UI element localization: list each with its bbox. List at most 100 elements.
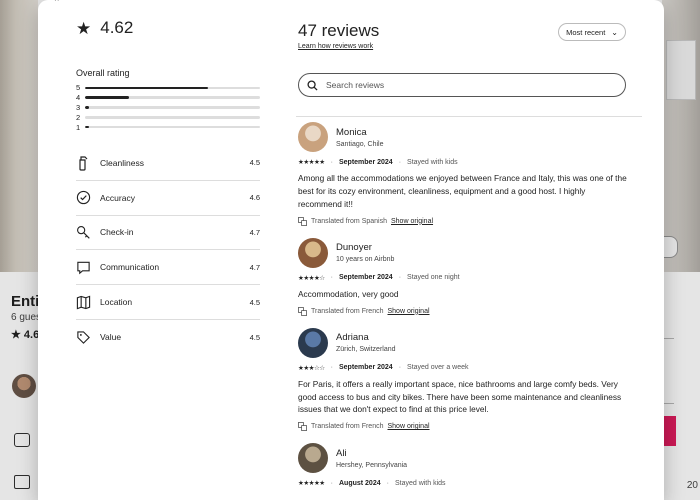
- category-score: 4.6: [249, 193, 260, 203]
- translate-icon: [298, 422, 307, 432]
- separator-dot: ·: [398, 158, 402, 166]
- translated-from-label: Translated from Spanish: [311, 217, 387, 225]
- sort-dropdown[interactable]: Most recent ⌄: [558, 23, 626, 41]
- stay-type: Stayed with kids: [394, 479, 446, 487]
- translate-icon: [298, 216, 307, 226]
- review-stars: ★★★★★: [298, 480, 325, 488]
- star-level-label: 1: [76, 122, 81, 132]
- reviewer-name: Adriana: [336, 332, 369, 344]
- reviews-modal: ⌃ ★ 4.62 Overall rating 54321 Cleanlines…: [38, 0, 664, 500]
- rating-distribution-row: 3: [76, 103, 260, 113]
- category-label: Check-in: [100, 227, 134, 238]
- reviewer-name: Monica: [336, 126, 367, 138]
- overall-score-value: 4.62: [100, 18, 134, 37]
- category-rating-row: Accuracy 4.6: [76, 181, 260, 216]
- reviewer-name: Ali: [336, 447, 347, 459]
- overall-rating-label: Overall rating: [76, 68, 130, 78]
- translation-note: Translated from French Show original: [298, 306, 628, 316]
- search-icon: [307, 79, 318, 91]
- review-stars: ★★★☆☆: [298, 364, 325, 372]
- stay-type: Stayed over a week: [407, 364, 469, 372]
- review-meta: ★★★★★ · August 2024 · Stayed with kids: [298, 479, 628, 488]
- review-item: Dunoyer 10 years on Airbnb ★★★★☆ · September…: [298, 237, 628, 316]
- review-meta: ★★★★★ · September 2024 · Stayed with kids: [298, 158, 628, 167]
- category-rating-row: Location 4.5: [76, 285, 260, 320]
- translation-note: Translated from French Show original: [298, 422, 628, 432]
- separator-dot: ·: [386, 479, 389, 487]
- reviewer-info: Dunoyer 10 years on Airbnb: [336, 242, 394, 263]
- translated-from-label: Translated from French: [311, 423, 384, 431]
- review-date: September 2024: [338, 364, 393, 372]
- category-rating-row: Check-in 4.7: [76, 216, 260, 251]
- reviewer-subtitle: Zürich, Switzerland: [336, 346, 396, 354]
- spray-bottle-icon: [76, 153, 100, 173]
- category-label: Accuracy: [100, 192, 135, 203]
- learn-how-reviews-work-link[interactable]: Learn how reviews work: [298, 43, 373, 50]
- rating-bar-track: [85, 96, 260, 99]
- rating-distribution: 54321: [76, 83, 260, 132]
- reviewer-avatar[interactable]: [298, 327, 328, 358]
- review-header: Ali Hershey, Pennsylvania: [298, 443, 628, 474]
- review-text: Accommodation, very good: [298, 288, 399, 299]
- category-label: Location: [100, 297, 133, 308]
- separator-dot: ·: [330, 158, 333, 166]
- category-label: Cleanliness: [100, 157, 144, 168]
- translation-note: Translated from Spanish Show original: [298, 216, 628, 226]
- rating-bar-fill: [85, 106, 89, 109]
- star-level-label: 2: [76, 112, 81, 122]
- separator-dot: ·: [398, 364, 402, 372]
- category-score: 4.5: [249, 332, 260, 342]
- reviewer-subtitle: Santiago, Chile: [336, 140, 384, 148]
- reviews-panel: 47 reviews Learn how reviews work Most r…: [296, 0, 664, 500]
- separator-dot: ·: [330, 479, 333, 487]
- review-meta: ★★★★☆ · September 2024 · Stayed one night: [298, 274, 628, 282]
- reviewer-avatar[interactable]: [298, 122, 328, 152]
- search-reviews-input[interactable]: [326, 80, 606, 90]
- show-original-link[interactable]: Show original: [391, 218, 433, 225]
- reviewer-info: Ali Hershey, Pennsylvania: [336, 448, 407, 469]
- show-original-link[interactable]: Show original: [388, 423, 430, 430]
- rating-distribution-row: 2: [76, 112, 260, 122]
- close-modal-icon[interactable]: ⌃: [53, 0, 61, 8]
- star-level-label: 5: [76, 83, 81, 93]
- review-date: September 2024: [338, 158, 393, 166]
- tag-icon: [76, 327, 100, 347]
- overall-score: ★ 4.62: [76, 18, 260, 38]
- separator-dot: ·: [398, 274, 402, 282]
- star-level-label: 4: [76, 93, 81, 103]
- rating-distribution-row: 5: [76, 83, 260, 93]
- review-text: For Paris, it offers a really important …: [298, 378, 622, 415]
- rating-distribution-row: 4: [76, 93, 260, 103]
- category-score: 4.5: [249, 297, 260, 307]
- category-score: 4.7: [249, 262, 260, 272]
- review-text: Among all the accommodations we enjoyed …: [298, 173, 627, 209]
- search-reviews-box[interactable]: [298, 73, 626, 97]
- key-icon: [76, 222, 100, 242]
- reviewer-avatar[interactable]: [298, 237, 328, 268]
- rating-bar-fill: [85, 96, 129, 99]
- stay-type: Stayed with kids: [407, 158, 458, 166]
- category-rating-row: Value 4.5: [76, 320, 260, 355]
- show-original-link[interactable]: Show original: [388, 308, 430, 315]
- separator-dot: ·: [330, 274, 333, 282]
- star-level-label: 3: [76, 102, 81, 112]
- category-label: Value: [100, 332, 122, 343]
- review-stars: ★★★★☆: [298, 274, 325, 282]
- map-icon: [76, 292, 100, 312]
- rating-bar-fill: [85, 86, 208, 90]
- reviewer-info: Monica Santiago, Chile: [336, 127, 383, 148]
- chevron-down-icon: ⌄: [611, 27, 618, 37]
- translated-from-label: Translated from French: [311, 307, 384, 315]
- separator-dot: ·: [330, 364, 333, 372]
- review-header: Monica Santiago, Chile: [298, 122, 628, 152]
- review-header: Dunoyer 10 years on Airbnb: [298, 237, 628, 268]
- rating-bar-track: [85, 106, 260, 109]
- rating-distribution-row: 1: [76, 122, 260, 132]
- rating-bar-fill: [85, 125, 89, 129]
- category-rating-row: Cleanliness 4.5: [76, 146, 260, 181]
- reviews-list: Monica Santiago, Chile ★★★★★ · September 202…: [298, 122, 628, 487]
- reviewer-avatar[interactable]: [298, 443, 328, 474]
- review-item: Adriana Zürich, Switzerland ★★★☆☆ · Septembe…: [298, 327, 628, 432]
- category-rating-row: Communication 4.7: [76, 250, 260, 286]
- review-date: September 2024: [338, 274, 393, 282]
